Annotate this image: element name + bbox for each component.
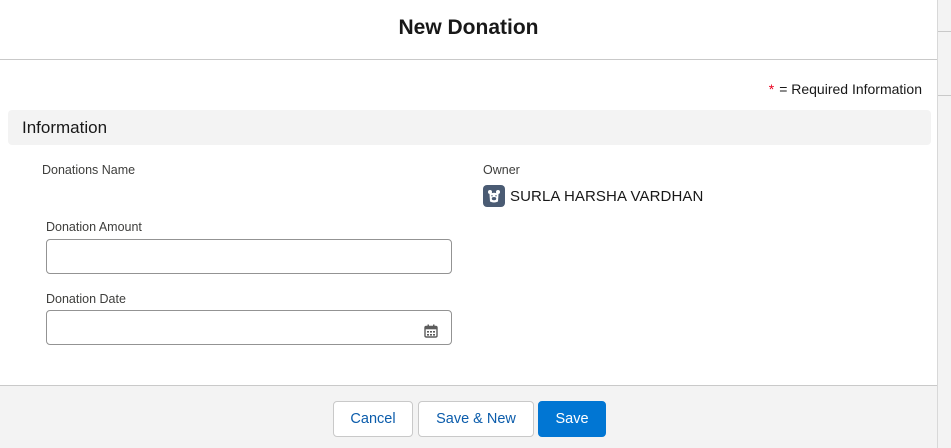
background-scrollbar-area: [937, 0, 951, 448]
required-information-note: * = Required Information: [769, 81, 922, 97]
cancel-button[interactable]: Cancel: [333, 401, 413, 437]
donations-name-label: Donations Name: [42, 163, 136, 177]
gutter-divider: [938, 31, 951, 32]
section-header-information[interactable]: Information: [8, 110, 931, 145]
owner-name-link[interactable]: SURLA HARSHA VARDHAN: [510, 188, 703, 205]
section-title: Information: [22, 117, 108, 137]
modal-footer: Cancel Save & New Save: [0, 385, 937, 448]
save-button[interactable]: Save: [538, 401, 606, 437]
modal-title: New Donation: [398, 15, 539, 39]
save-and-new-button[interactable]: Save & New: [418, 401, 534, 437]
donation-date-label: Donation Date: [46, 292, 126, 306]
modal-header: New Donation: [0, 0, 937, 60]
required-asterisk: *: [768, 81, 775, 97]
user-avatar-icon: [483, 185, 505, 207]
donation-amount-input[interactable]: [46, 239, 452, 274]
required-information-text: = Required Information: [779, 81, 922, 97]
gutter-divider: [938, 95, 951, 96]
owner-label: Owner: [483, 163, 520, 177]
calendar-icon[interactable]: [424, 324, 438, 338]
owner-field: SURLA HARSHA VARDHAN: [483, 185, 703, 207]
donation-date-input[interactable]: [46, 310, 452, 345]
donation-amount-label: Donation Amount: [46, 220, 142, 234]
